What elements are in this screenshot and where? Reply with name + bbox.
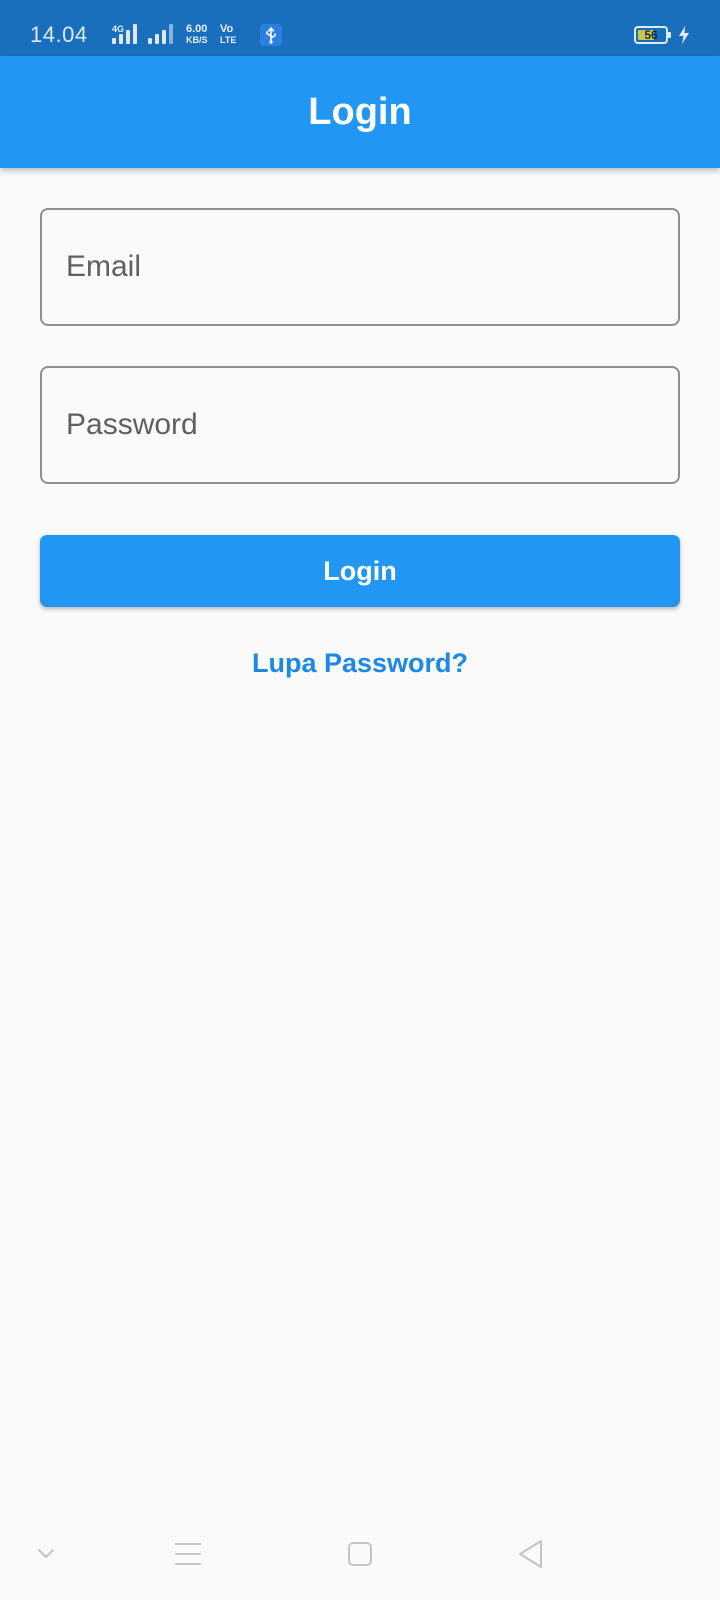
app-bar: Login [0,56,720,168]
volte-bottom-label: LTE [220,35,237,45]
login-button-label: Login [323,556,397,586]
home-square-icon[interactable] [346,1534,374,1578]
signal-icon-sim1 [112,24,137,44]
chevron-down-icon[interactable] [36,1534,56,1578]
battery-icon: 56 [634,26,671,44]
forgot-password-link[interactable]: Lupa Password? [0,648,720,679]
status-time: 14.04 [30,22,88,47]
battery-level: 56 [644,28,658,42]
signal-icon-sim2 [148,24,173,44]
email-field[interactable]: Email [40,208,680,326]
network-speed: 6.00 KB/S [186,24,208,46]
network-speed-unit: KB/S [186,35,208,45]
status-bar: 14.04 4G 6.00 KB/S Vo LTE 56 [0,0,720,56]
usb-icon [260,24,282,46]
charging-icon [679,26,689,44]
login-button[interactable]: Login [40,535,680,607]
volte-indicator: Vo LTE [220,24,236,46]
password-placeholder: Password [66,408,198,441]
email-placeholder: Email [66,250,142,283]
menu-icon[interactable] [174,1534,202,1578]
volte-top-label: Vo [220,23,234,35]
system-nav-bar [0,1514,720,1600]
page-title: Login [308,91,412,133]
back-triangle-icon[interactable] [516,1534,546,1578]
password-field[interactable]: Password [40,366,680,484]
network-speed-value: 6.00 [186,23,208,35]
